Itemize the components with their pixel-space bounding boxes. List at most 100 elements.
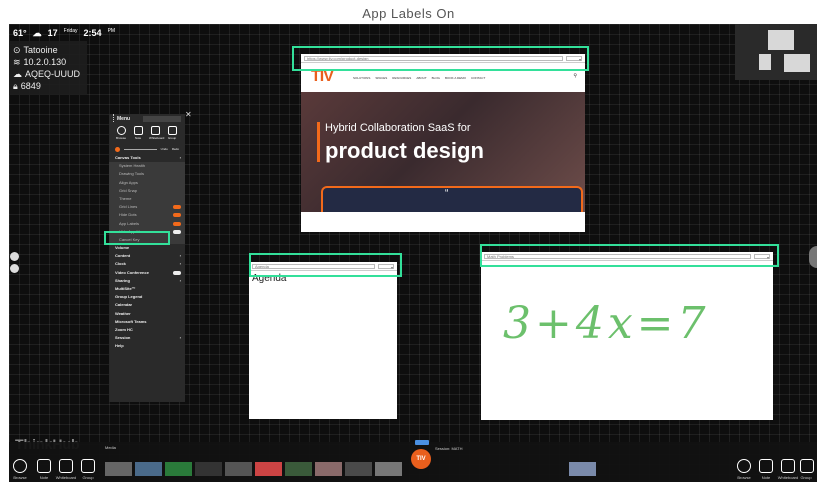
menu-icon-label: Note [134, 136, 142, 140]
site-nav: SOLUTIONS SPACES RESOURCES ABOUT BLOG BO… [353, 76, 485, 80]
note-app[interactable]: Agenda ▾ Agenda [249, 262, 397, 419]
note-icon [133, 126, 143, 135]
menu-item[interactable]: Weather [109, 310, 185, 318]
menu-whiteboard-button[interactable]: Whiteboard [149, 126, 164, 142]
menu-item[interactable]: Grid Snap [109, 186, 185, 195]
bottom-toolbar: Browse Note Whiteboard Group Media TIV S… [9, 440, 817, 482]
menu-item-label: Grid Snap [119, 187, 138, 193]
menu-close-icon[interactable]: ✕ [185, 110, 192, 119]
menu-item-label: Hide Dots [119, 212, 137, 218]
minimap-block [768, 30, 794, 50]
menu-item[interactable]: Theme [109, 194, 185, 204]
workspace-canvas[interactable]: 61° ☁ 17 Friday 2:54 PM ⊙ Tatooine ≋ 10.2.… [9, 24, 817, 482]
thumbnail[interactable] [105, 462, 132, 476]
thumbnail[interactable] [225, 462, 252, 476]
lock-icon: 🔒︎ [13, 81, 18, 91]
menu-note-button[interactable]: Note [132, 126, 144, 142]
toggle-switch[interactable] [173, 229, 181, 234]
menu-search-box[interactable] [143, 116, 181, 122]
menu-browse-button[interactable]: Browse [115, 126, 127, 142]
menu-item-label: Grid Lines [119, 204, 138, 210]
menu-item[interactable]: Drawing Tools [109, 170, 185, 179]
menu-item[interactable]: Canvas Tools › [109, 154, 185, 162]
menu-item[interactable]: Hide Dots [109, 211, 185, 220]
site-nav-item[interactable]: BOOK A DEMO [445, 76, 466, 80]
site-search-icon[interactable]: ⚲ [573, 73, 577, 79]
main-menu[interactable]: Menu Browse Note Whiteboard Group Undo R… [109, 114, 185, 402]
menu-header: Menu [109, 114, 185, 124]
browse-globe-icon[interactable] [13, 459, 27, 473]
undo-label[interactable]: Undo [161, 147, 168, 151]
browse-globe-icon[interactable] [737, 459, 751, 473]
browser-app[interactable]: https://www.tiv.com/product-design ▾ TIV… [301, 54, 585, 232]
slider-track[interactable] [123, 148, 157, 150]
menu-item-label: Drawing Tools [119, 171, 145, 177]
menu-item[interactable]: Grid Lines [109, 203, 185, 212]
right-edge-tab[interactable] [809, 246, 817, 268]
group-icon[interactable] [81, 459, 95, 473]
site-nav-item[interactable]: SPACES [375, 76, 387, 80]
note-icon[interactable] [759, 459, 773, 473]
menu-drag-handle[interactable] [113, 114, 115, 122]
hero-card: “ [321, 186, 583, 212]
site-nav-item[interactable]: RESOURCES [392, 76, 411, 80]
whiteboard-icon[interactable] [781, 459, 795, 473]
menu-item[interactable]: MultiSite™ [109, 285, 185, 293]
toggle-switch[interactable] [173, 213, 181, 218]
whiteboard-icon[interactable] [59, 459, 73, 473]
thumbnail[interactable] [255, 462, 282, 476]
menu-item[interactable]: App Labels [109, 219, 185, 228]
menu-slider-row[interactable]: Undo Redo [109, 144, 185, 154]
menu-group-button[interactable]: Group [166, 126, 178, 142]
tiv-logo-button[interactable]: TIV [411, 449, 431, 469]
toolbar-label: Group [800, 475, 812, 480]
thumbnail[interactable] [345, 462, 372, 476]
menu-item-label: MultiSite™ [115, 286, 136, 291]
toggle-switch[interactable] [173, 270, 181, 275]
site-nav-item[interactable]: SOLUTIONS [353, 76, 370, 80]
toolbar-label: Note [39, 475, 49, 480]
chevron-right-icon: › [179, 261, 181, 267]
session-thumbnail[interactable] [569, 462, 596, 476]
weather-icon: ☁ [32, 28, 42, 38]
thumbnail[interactable] [195, 462, 222, 476]
thumbnail[interactable] [375, 462, 402, 476]
menu-item[interactable]: Zoom HC [109, 326, 185, 334]
upload-button[interactable] [415, 440, 429, 445]
left-edge-button[interactable] [10, 252, 19, 261]
group-icon[interactable] [800, 459, 814, 473]
menu-item[interactable]: Session › [109, 334, 185, 342]
site-nav-item[interactable]: ABOUT [416, 76, 426, 80]
quote-mark: “ [445, 188, 449, 199]
menu-item[interactable]: Volume [109, 244, 185, 252]
thumbnail[interactable] [285, 462, 312, 476]
site-nav-item[interactable]: BLOG [432, 76, 440, 80]
menu-item-label: Sharing [115, 277, 130, 283]
site-nav-item[interactable]: CONTACT [471, 76, 485, 80]
menu-item[interactable]: Calendar [109, 301, 185, 309]
thumbnail[interactable] [135, 462, 162, 476]
cloud-icon: ☁ [13, 69, 22, 79]
menu-item[interactable]: Help [109, 342, 185, 350]
menu-item[interactable]: Content › [109, 252, 185, 260]
slider-knob[interactable] [115, 146, 120, 152]
left-edge-button[interactable] [10, 264, 19, 273]
redo-label[interactable]: Redo [172, 147, 179, 151]
menu-item[interactable]: System Health [109, 162, 185, 171]
menu-item[interactable]: Clock › [109, 260, 185, 268]
toolbar-label: Browse [13, 475, 27, 480]
menu-item[interactable]: Microsoft Teams [109, 318, 185, 326]
thumbnail[interactable] [165, 462, 192, 476]
thumbnail[interactable] [315, 462, 342, 476]
menu-item[interactable]: Group Legend [109, 293, 185, 301]
toggle-switch[interactable] [173, 221, 181, 226]
time-suffix: PM [107, 28, 116, 34]
menu-item[interactable]: Video Conference [109, 269, 185, 277]
site-hero: Hybrid Collaboration SaaS for product de… [301, 92, 585, 212]
whiteboard-app[interactable]: Math Problems ▾ 3+4x=7 [481, 252, 773, 420]
menu-item[interactable]: Sharing › [109, 277, 185, 285]
toggle-switch[interactable] [173, 205, 181, 210]
note-icon[interactable] [37, 459, 51, 473]
minimap[interactable] [735, 24, 817, 80]
menu-item[interactable]: Align Apps [109, 178, 185, 187]
